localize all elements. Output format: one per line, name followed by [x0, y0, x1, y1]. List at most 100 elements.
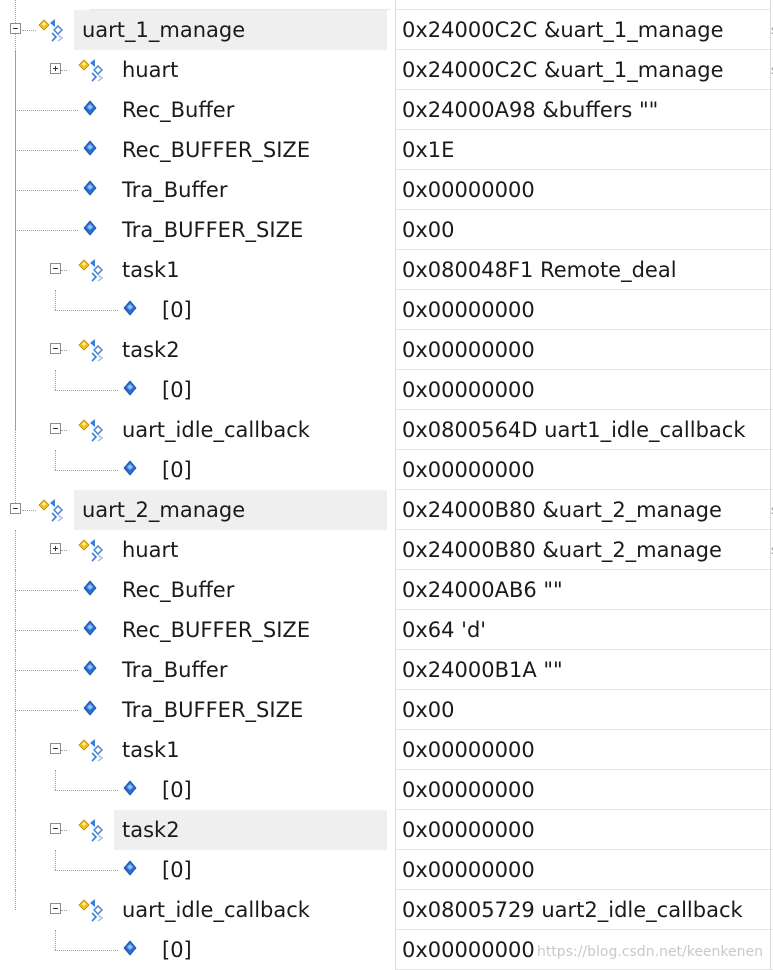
- watch-row[interactable]: task2 0x00000000: [0, 810, 773, 850]
- previous-row-stub: [90, 0, 390, 10]
- watch-row[interactable]: [0] 0x00000000: [0, 850, 773, 890]
- collapse-toggle[interactable]: [50, 343, 61, 354]
- struct-member-icon: [36, 16, 68, 42]
- variable-name[interactable]: Tra_Buffer: [122, 650, 227, 690]
- collapse-toggle[interactable]: [50, 263, 61, 274]
- tree-connector: [55, 370, 56, 390]
- variable-value[interactable]: 0x08005729 uart2_idle_callback: [402, 890, 743, 930]
- watch-row[interactable]: [0] 0x00000000: [0, 370, 773, 410]
- watch-row[interactable]: [0] 0x00000000: [0, 450, 773, 490]
- variable-value[interactable]: 0x00000000: [402, 170, 535, 210]
- watch-row[interactable]: uart_1_manage0x24000C2C &uart_1_manages: [0, 10, 773, 50]
- variable-value[interactable]: 0x24000A98 &buffers "": [402, 90, 658, 130]
- watch-window: uart_1_manage0x24000C2C &uart_1_managesh…: [0, 0, 773, 970]
- variable-value[interactable]: 0x24000B80 &uart_2_manage: [402, 530, 722, 570]
- tree-connector: [61, 270, 67, 271]
- tree-connector: [15, 890, 16, 910]
- tree-connector: [15, 630, 78, 631]
- tree-connector: [15, 570, 16, 610]
- variable-name[interactable]: uart_idle_callback: [122, 410, 310, 450]
- watch-row[interactable]: Rec_Buffer 0x24000A98 &buffers "": [0, 90, 773, 130]
- struct-member-icon: [36, 496, 68, 522]
- variable-name[interactable]: huart: [122, 530, 178, 570]
- expand-toggle[interactable]: [50, 63, 61, 74]
- variable-value[interactable]: 0x24000B1A "": [402, 650, 563, 690]
- variable-name[interactable]: uart_idle_callback: [122, 890, 310, 930]
- variable-name[interactable]: task1: [122, 250, 180, 290]
- variable-value[interactable]: 0x00000000: [402, 730, 535, 770]
- tree-connector: [61, 550, 67, 551]
- expand-toggle[interactable]: [50, 543, 61, 554]
- variable-name[interactable]: task1: [122, 730, 180, 770]
- variable-name[interactable]: Rec_Buffer: [122, 90, 234, 130]
- watch-row[interactable]: Rec_BUFFER_SIZE 0x1E: [0, 130, 773, 170]
- variable-value[interactable]: 0x00000000: [402, 930, 535, 970]
- variable-name[interactable]: Rec_BUFFER_SIZE: [122, 610, 310, 650]
- variable-name[interactable]: Rec_BUFFER_SIZE: [122, 130, 310, 170]
- variable-name[interactable]: [0]: [162, 930, 192, 970]
- watch-row[interactable]: [0] 0x00000000: [0, 290, 773, 330]
- watch-row[interactable]: uart_2_manage0x24000B80 &uart_2_manages: [0, 490, 773, 530]
- variable-name[interactable]: task2: [122, 330, 180, 370]
- watch-row[interactable]: task2 0x00000000: [0, 330, 773, 370]
- watch-row[interactable]: huart0x24000C2C &uart_1_manages: [0, 50, 773, 90]
- variable-name[interactable]: Tra_Buffer: [122, 170, 227, 210]
- watch-row[interactable]: huart0x24000B80 &uart_2_manages: [0, 530, 773, 570]
- variable-name[interactable]: [0]: [162, 770, 192, 810]
- variable-name[interactable]: Tra_BUFFER_SIZE: [122, 210, 303, 250]
- variable-value[interactable]: 0x1E: [402, 130, 454, 170]
- watch-row[interactable]: Rec_BUFFER_SIZE 0x64 'd': [0, 610, 773, 650]
- struct-member-icon: [76, 416, 108, 442]
- collapse-toggle[interactable]: [50, 903, 61, 914]
- variable-value[interactable]: 0x24000C2C &uart_1_manage: [402, 50, 724, 90]
- watch-row[interactable]: Tra_BUFFER_SIZE 0x00: [0, 690, 773, 730]
- variable-value[interactable]: 0x00000000: [402, 450, 535, 490]
- variable-value[interactable]: 0x00000000: [402, 290, 535, 330]
- variable-value[interactable]: 0x00: [402, 690, 455, 730]
- tree-connector: [15, 190, 78, 191]
- variable-value[interactable]: 0x00: [402, 210, 455, 250]
- watch-row[interactable]: Rec_Buffer 0x24000AB6 "": [0, 570, 773, 610]
- field-member-icon: [80, 216, 112, 242]
- variable-value[interactable]: 0x24000B80 &uart_2_manage: [402, 490, 722, 530]
- tree-connector: [15, 0, 16, 503]
- tree-connector: [61, 350, 67, 351]
- watch-row[interactable]: task1 0x080048F1 Remote_deal: [0, 250, 773, 290]
- tree-connector: [55, 470, 118, 471]
- field-member-icon: [80, 696, 112, 722]
- variable-value[interactable]: 0x00000000: [402, 330, 535, 370]
- watch-row[interactable]: Tra_BUFFER_SIZE 0x00: [0, 210, 773, 250]
- variable-value[interactable]: 0x24000C2C &uart_1_manage: [402, 10, 724, 50]
- variable-name[interactable]: huart: [122, 50, 178, 90]
- collapse-toggle[interactable]: [50, 423, 61, 434]
- variable-value[interactable]: 0x00000000: [402, 810, 535, 850]
- watch-row[interactable]: uart_idle_callback 0x08005729 uart2_idle_…: [0, 890, 773, 930]
- collapse-toggle[interactable]: [50, 743, 61, 754]
- variable-name[interactable]: task2: [114, 810, 387, 850]
- collapse-toggle[interactable]: [10, 23, 21, 34]
- variable-name[interactable]: [0]: [162, 370, 192, 410]
- watch-row[interactable]: Tra_Buffer 0x00000000: [0, 170, 773, 210]
- collapse-toggle[interactable]: [50, 823, 61, 834]
- watch-row[interactable]: uart_idle_callback 0x0800564D uart1_idle_…: [0, 410, 773, 450]
- variable-value[interactable]: 0x24000AB6 "": [402, 570, 563, 610]
- variable-value[interactable]: 0x00000000: [402, 850, 535, 890]
- variable-name[interactable]: Tra_BUFFER_SIZE: [122, 690, 303, 730]
- variable-name[interactable]: [0]: [162, 290, 192, 330]
- watch-row[interactable]: [0] 0x00000000: [0, 770, 773, 810]
- variable-name[interactable]: uart_1_manage: [74, 10, 387, 50]
- variable-value[interactable]: 0x00000000: [402, 770, 535, 810]
- variable-value[interactable]: 0x64 'd': [402, 610, 486, 650]
- watch-row[interactable]: Tra_Buffer 0x24000B1A "": [0, 650, 773, 690]
- variable-name[interactable]: [0]: [162, 850, 192, 890]
- variable-value[interactable]: 0x00000000: [402, 370, 535, 410]
- variable-value[interactable]: 0x080048F1 Remote_deal: [402, 250, 677, 290]
- tree-connector: [61, 430, 67, 431]
- collapse-toggle[interactable]: [10, 503, 21, 514]
- tree-connector: [15, 650, 16, 690]
- variable-name[interactable]: [0]: [162, 450, 192, 490]
- variable-value[interactable]: 0x0800564D uart1_idle_callback: [402, 410, 745, 450]
- variable-name[interactable]: Rec_Buffer: [122, 570, 234, 610]
- variable-name[interactable]: uart_2_manage: [74, 490, 387, 530]
- watch-row[interactable]: task1 0x00000000: [0, 730, 773, 770]
